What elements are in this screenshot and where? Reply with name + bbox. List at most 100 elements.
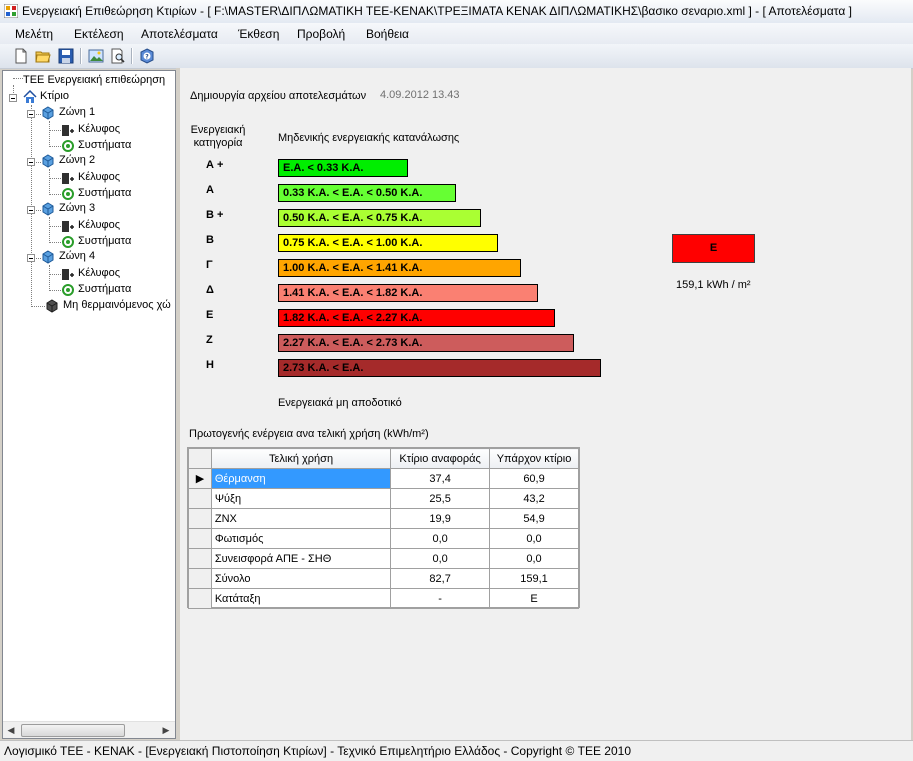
tree-node-zone-3[interactable]: Ζώνη 3: [41, 202, 171, 216]
table-cell[interactable]: 54,9: [489, 508, 579, 529]
table-cell[interactable]: 37,4: [390, 468, 491, 489]
grade-label-a: Α: [206, 184, 214, 196]
tree-horizontal-scrollbar[interactable]: ◀ ▶: [3, 721, 175, 738]
grade-label-e: Ε: [206, 309, 214, 321]
file-created-date: 4.09.2012 13.43: [380, 89, 460, 101]
tree-connector: [49, 242, 61, 243]
table-row[interactable]: Ψύξη 25,5 43,2: [188, 488, 579, 509]
table-row[interactable]: Συνεισφορά ΑΠΕ - ΣΗΘ 0,0 0,0: [188, 548, 579, 569]
table-cell[interactable]: 60,9: [489, 468, 579, 489]
tree-collapse-toggle[interactable]: [27, 110, 35, 118]
table-cell[interactable]: Φωτισμός: [210, 528, 392, 549]
tree-building-label: Κτίριο: [40, 90, 69, 102]
table-cell[interactable]: 159,1: [489, 568, 579, 589]
tree-connector: [13, 78, 23, 79]
tree-node-envelope[interactable]: Κέλυφος: [61, 171, 171, 185]
menu-apotelesmata[interactable]: Αποτελέσματα: [141, 27, 218, 41]
tree-node-envelope[interactable]: Κέλυφος: [61, 267, 171, 281]
table-cell[interactable]: 43,2: [489, 488, 579, 509]
table-cell[interactable]: 25,5: [390, 488, 491, 509]
table-cell[interactable]: ΖΝΧ: [210, 508, 392, 529]
table-row[interactable]: Σύνολο 82,7 159,1: [188, 568, 579, 589]
scroll-right-icon[interactable]: ▶: [161, 725, 171, 735]
title-bar: Ενεργειακή Επιθεώρηση Κτιρίων - [ F:\MAS…: [0, 0, 913, 24]
tree-systems-label: Συστήματα: [78, 283, 132, 295]
tree-root[interactable]: ΤΕΕ Ενεργειακή επιθεώρηση: [23, 74, 173, 88]
scroll-left-icon[interactable]: ◀: [6, 725, 16, 735]
tree-node-systems[interactable]: Συστήματα: [61, 283, 171, 297]
tree-node-unheated[interactable]: Μη θερμαινόμενος χώ: [45, 299, 175, 313]
table-cell[interactable]: 0,0: [489, 548, 579, 569]
print-preview-icon[interactable]: [110, 48, 126, 64]
tree-node-systems[interactable]: Συστήματα: [61, 139, 171, 153]
primary-energy-title: Πρωτογενής ενέργεια ανα τελική χρήση (kW…: [189, 428, 429, 440]
grade-bar-c: 1.00 Κ.Α. < Ε.Α. < 1.41 Κ.Α.: [278, 259, 521, 277]
primary-energy-grid: Τελική χρήση Κτίριο αναφοράς Υπάρχον κτί…: [187, 447, 580, 609]
status-bar: Λογισμικό ΤΕΕ - ΚΕΝΑΚ - [Ενεργειακή Πιστ…: [0, 740, 913, 761]
table-cell[interactable]: 19,9: [390, 508, 491, 529]
table-row[interactable]: Κατάταξη - Ε: [188, 588, 579, 609]
systems-icon: [62, 140, 74, 152]
zero-consumption-caption: Μηδενικής ενεργειακής κατανάλωσης: [278, 132, 460, 144]
menu-bar: Μελέτη Εκτέλεση Αποτελέσματα Έκθεση Προβ…: [0, 23, 913, 44]
tree-systems-label: Συστήματα: [78, 139, 132, 151]
tree-node-systems[interactable]: Συστήματα: [61, 235, 171, 249]
tree-envelope-label: Κέλυφος: [78, 267, 121, 279]
tree-collapse-toggle[interactable]: [27, 158, 35, 166]
tree-node-building[interactable]: Κτίριο: [23, 90, 173, 104]
menu-provoli[interactable]: Προβολή: [297, 27, 345, 41]
tree-connector: [49, 130, 61, 131]
tree-node-zone-1[interactable]: Ζώνη 1: [41, 106, 171, 120]
tree-collapse-toggle[interactable]: [27, 254, 35, 262]
inefficient-caption: Ενεργειακά μη αποδοτικό: [278, 397, 402, 409]
save-icon[interactable]: [58, 48, 74, 64]
menu-meleti[interactable]: Μελέτη: [15, 27, 53, 41]
table-cell[interactable]: Σύνολο: [210, 568, 392, 589]
table-cell[interactable]: Ψύξη: [210, 488, 392, 509]
column-header-existing-building[interactable]: Υπάρχον κτίριο: [489, 448, 579, 469]
menu-ekthesi[interactable]: Έκθεση: [238, 27, 279, 41]
tree-node-envelope[interactable]: Κέλυφος: [61, 123, 171, 137]
scrollbar-thumb[interactable]: [21, 724, 125, 737]
open-folder-icon[interactable]: [35, 48, 51, 64]
table-cell[interactable]: 82,7: [390, 568, 491, 589]
table-cell[interactable]: Ε: [489, 588, 579, 609]
grade-bar-a-plus: Ε.Α. < 0.33 Κ.Α.: [278, 159, 408, 177]
tree-zone-label: Ζώνη 1: [59, 106, 96, 118]
column-header-reference-building[interactable]: Κτίριο αναφοράς: [390, 448, 491, 469]
grade-label-b-plus: Β +: [206, 209, 224, 221]
table-cell[interactable]: 0,0: [489, 528, 579, 549]
menu-voitheia[interactable]: Βοήθεια: [366, 27, 409, 41]
tree-collapse-toggle[interactable]: [27, 206, 35, 214]
grid-header-row: Τελική χρήση Κτίριο αναφοράς Υπάρχον κτί…: [188, 448, 579, 469]
tree-node-zone-2[interactable]: Ζώνη 2: [41, 154, 171, 168]
help-icon[interactable]: ?: [139, 48, 155, 64]
table-cell[interactable]: -: [390, 588, 491, 609]
tree-node-envelope[interactable]: Κέλυφος: [61, 219, 171, 233]
tree-node-systems[interactable]: Συστήματα: [61, 187, 171, 201]
tree-connector: [49, 265, 50, 289]
menu-ektelesi[interactable]: Εκτέλεση: [74, 27, 124, 41]
unheated-cube-icon: [46, 299, 58, 313]
table-cell[interactable]: 0,0: [390, 548, 491, 569]
current-row-indicator-icon: ▶: [188, 468, 212, 489]
table-row[interactable]: ΖΝΧ 19,9 54,9: [188, 508, 579, 529]
tree-envelope-label: Κέλυφος: [78, 219, 121, 231]
new-file-icon[interactable]: [13, 48, 29, 64]
tree-collapse-toggle[interactable]: [9, 94, 17, 102]
image-icon[interactable]: [88, 48, 104, 64]
table-cell[interactable]: 0,0: [390, 528, 491, 549]
table-cell[interactable]: Θέρμανση: [210, 468, 392, 489]
table-row[interactable]: Φωτισμός 0,0 0,0: [188, 528, 579, 549]
tree-node-zone-4[interactable]: Ζώνη 4: [41, 250, 171, 264]
table-cell[interactable]: Κατάταξη: [210, 588, 392, 609]
column-header-final-use[interactable]: Τελική χρήση: [210, 448, 392, 469]
primary-energy-table: Τελική χρήση Κτίριο αναφοράς Υπάρχον κτί…: [188, 448, 579, 609]
toolbar: ?: [0, 44, 913, 69]
table-row[interactable]: ▶ Θέρμανση 37,4 60,9: [188, 468, 579, 489]
svg-text:?: ?: [145, 54, 149, 61]
grade-bar-b-plus: 0.50 Κ.Α. < Ε.Α. < 0.75 Κ.Α.: [278, 209, 481, 227]
envelope-icon: [62, 125, 74, 136]
tree-zone-label: Ζώνη 3: [59, 202, 96, 214]
table-cell[interactable]: Συνεισφορά ΑΠΕ - ΣΗΘ: [210, 548, 392, 569]
